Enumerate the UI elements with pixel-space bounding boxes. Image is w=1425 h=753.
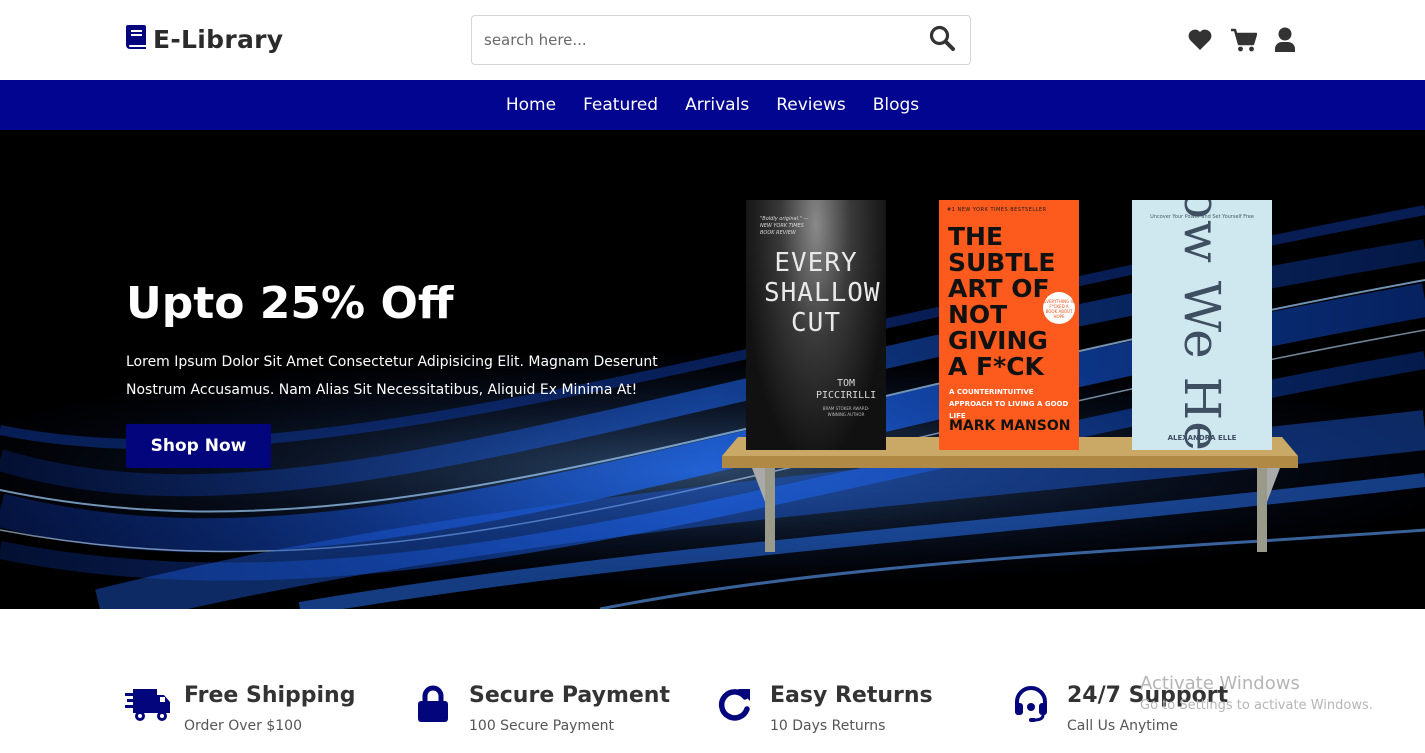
header: E-Library <box>0 0 1425 80</box>
book-author: ALEXANDRA ELLE <box>1167 434 1237 442</box>
feature-subtitle: 10 Days Returns <box>770 718 886 734</box>
feature-text: Free Shipping Order Over $100 <box>184 679 355 739</box>
feature-subtitle: 100 Secure Payment <box>469 718 615 734</box>
book-note: BRAM STOKER AWARD-WINNING AUTHOR <box>822 406 870 417</box>
watermark-subtitle: Go to Settings to activate Windows. <box>1140 698 1373 713</box>
search-input[interactable] <box>472 16 914 64</box>
book-title: How We Heal <box>1173 200 1231 450</box>
book-blurb: "Boldly original." —NEW YORK TIMES BOOK … <box>760 216 809 236</box>
hero-text: Lorem Ipsum Dolor Sit Amet Consectetur A… <box>126 354 658 398</box>
book-author: TOM PICCIRILLI <box>816 378 877 401</box>
truck-icon <box>125 681 171 727</box>
book-author: MARK MANSON <box>949 418 1071 434</box>
feature-subtitle: Call Us Anytime <box>1067 718 1178 734</box>
nav-featured[interactable]: Featured <box>583 95 658 115</box>
heart-icon[interactable] <box>1187 28 1213 52</box>
book-badge: EVERYTHING IS F*CKED A BOOK ABOUT HOPE <box>1043 292 1075 324</box>
nav-arrivals[interactable]: Arrivals <box>685 95 749 115</box>
hero-title: Upto 25% Off <box>126 278 454 329</box>
feature-easy-returns: Easy Returns 10 Days Returns <box>711 679 933 739</box>
logo-text: E-Library <box>153 24 284 54</box>
feature-free-shipping: Free Shipping Order Over $100 <box>125 679 355 739</box>
search-box <box>471 15 971 65</box>
feature-text: Easy Returns 10 Days Returns <box>770 679 933 739</box>
book-subtitle: A COUNTERINTUITIVE APPROACH TO LIVING A … <box>949 388 1069 420</box>
redo-icon <box>711 681 757 727</box>
book-cover-how-we-heal[interactable]: Uncover Your Power and Set Yourself Free… <box>1132 200 1272 450</box>
main-nav: Home Featured Arrivals Reviews Blogs <box>0 80 1425 130</box>
feature-text: Secure Payment 100 Secure Payment <box>469 679 670 739</box>
book-title: EVERY SHALLOW CUT <box>764 248 881 338</box>
shop-now-button[interactable]: Shop Now <box>126 424 271 468</box>
feature-title: Easy Returns <box>770 683 933 708</box>
book-icon <box>125 24 147 54</box>
feature-title: Secure Payment <box>469 683 670 708</box>
watermark-title: Activate Windows <box>1140 673 1300 694</box>
nav-home[interactable]: Home <box>506 95 556 115</box>
header-icons <box>1187 27 1296 53</box>
feature-secure-payment: Secure Payment 100 Secure Payment <box>410 679 670 739</box>
logo[interactable]: E-Library <box>125 24 283 54</box>
nav-reviews[interactable]: Reviews <box>776 95 846 115</box>
windows-activation-watermark: Activate Windows Go to Settings to activ… <box>1140 672 1373 716</box>
cart-icon[interactable] <box>1230 27 1257 53</box>
book-bestseller-label: #1 NEW YORK TIMES BESTSELLER <box>947 207 1047 213</box>
search-button[interactable] <box>914 16 970 64</box>
feature-subtitle: Order Over $100 <box>184 718 302 734</box>
book-cover-subtle-art[interactable]: #1 NEW YORK TIMES BESTSELLER THE SUBTLE … <box>939 200 1079 450</box>
lock-icon <box>410 681 456 727</box>
nav-blogs[interactable]: Blogs <box>873 95 919 115</box>
book-cover-every-shallow-cut[interactable]: "Boldly original." —NEW YORK TIMES BOOK … <box>746 200 886 450</box>
hero-banner: Upto 25% Off Lorem Ipsum Dolor Sit Amet … <box>0 130 1425 609</box>
user-icon[interactable] <box>1274 27 1296 53</box>
feature-title: Free Shipping <box>184 683 356 708</box>
headset-icon <box>1008 681 1054 727</box>
search-icon <box>929 25 955 55</box>
